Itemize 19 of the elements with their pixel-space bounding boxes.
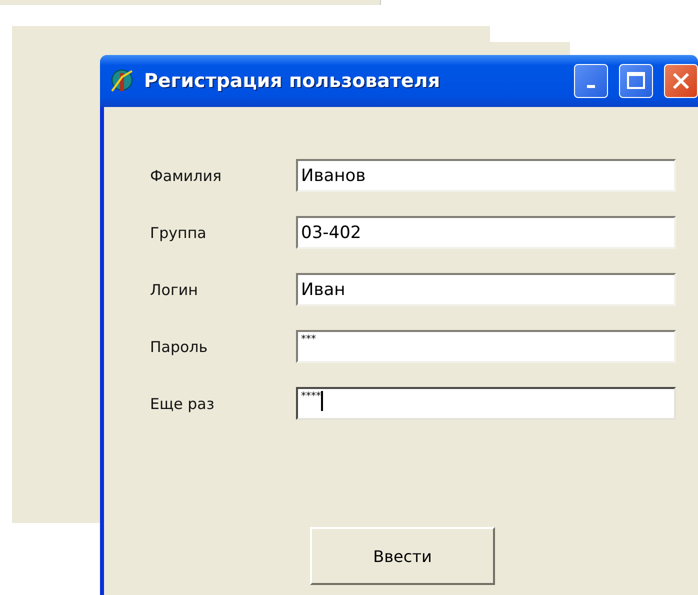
field-label: Пароль bbox=[150, 338, 209, 356]
close-button[interactable] bbox=[664, 64, 698, 98]
input-field[interactable]: Иван bbox=[296, 273, 676, 306]
password-field[interactable]: **** bbox=[296, 387, 676, 420]
field-label: Логин bbox=[150, 280, 199, 298]
close-icon bbox=[671, 71, 691, 91]
field-label: Еще раз bbox=[150, 394, 216, 412]
maximize-icon bbox=[626, 71, 646, 91]
window-title: Регистрация пользователя bbox=[144, 70, 442, 92]
password-field[interactable]: *** bbox=[296, 330, 676, 363]
maximize-button[interactable] bbox=[619, 64, 653, 98]
submit-button[interactable]: Ввести bbox=[310, 527, 495, 585]
field-label: Фамилия bbox=[150, 166, 223, 184]
minimize-button[interactable] bbox=[574, 64, 608, 98]
text-cursor bbox=[321, 391, 323, 411]
input-field[interactable]: 03-402 bbox=[296, 216, 676, 249]
minimize-icon bbox=[587, 84, 595, 88]
field-label: Группа bbox=[150, 224, 208, 242]
input-field[interactable]: Иванов bbox=[296, 159, 676, 192]
